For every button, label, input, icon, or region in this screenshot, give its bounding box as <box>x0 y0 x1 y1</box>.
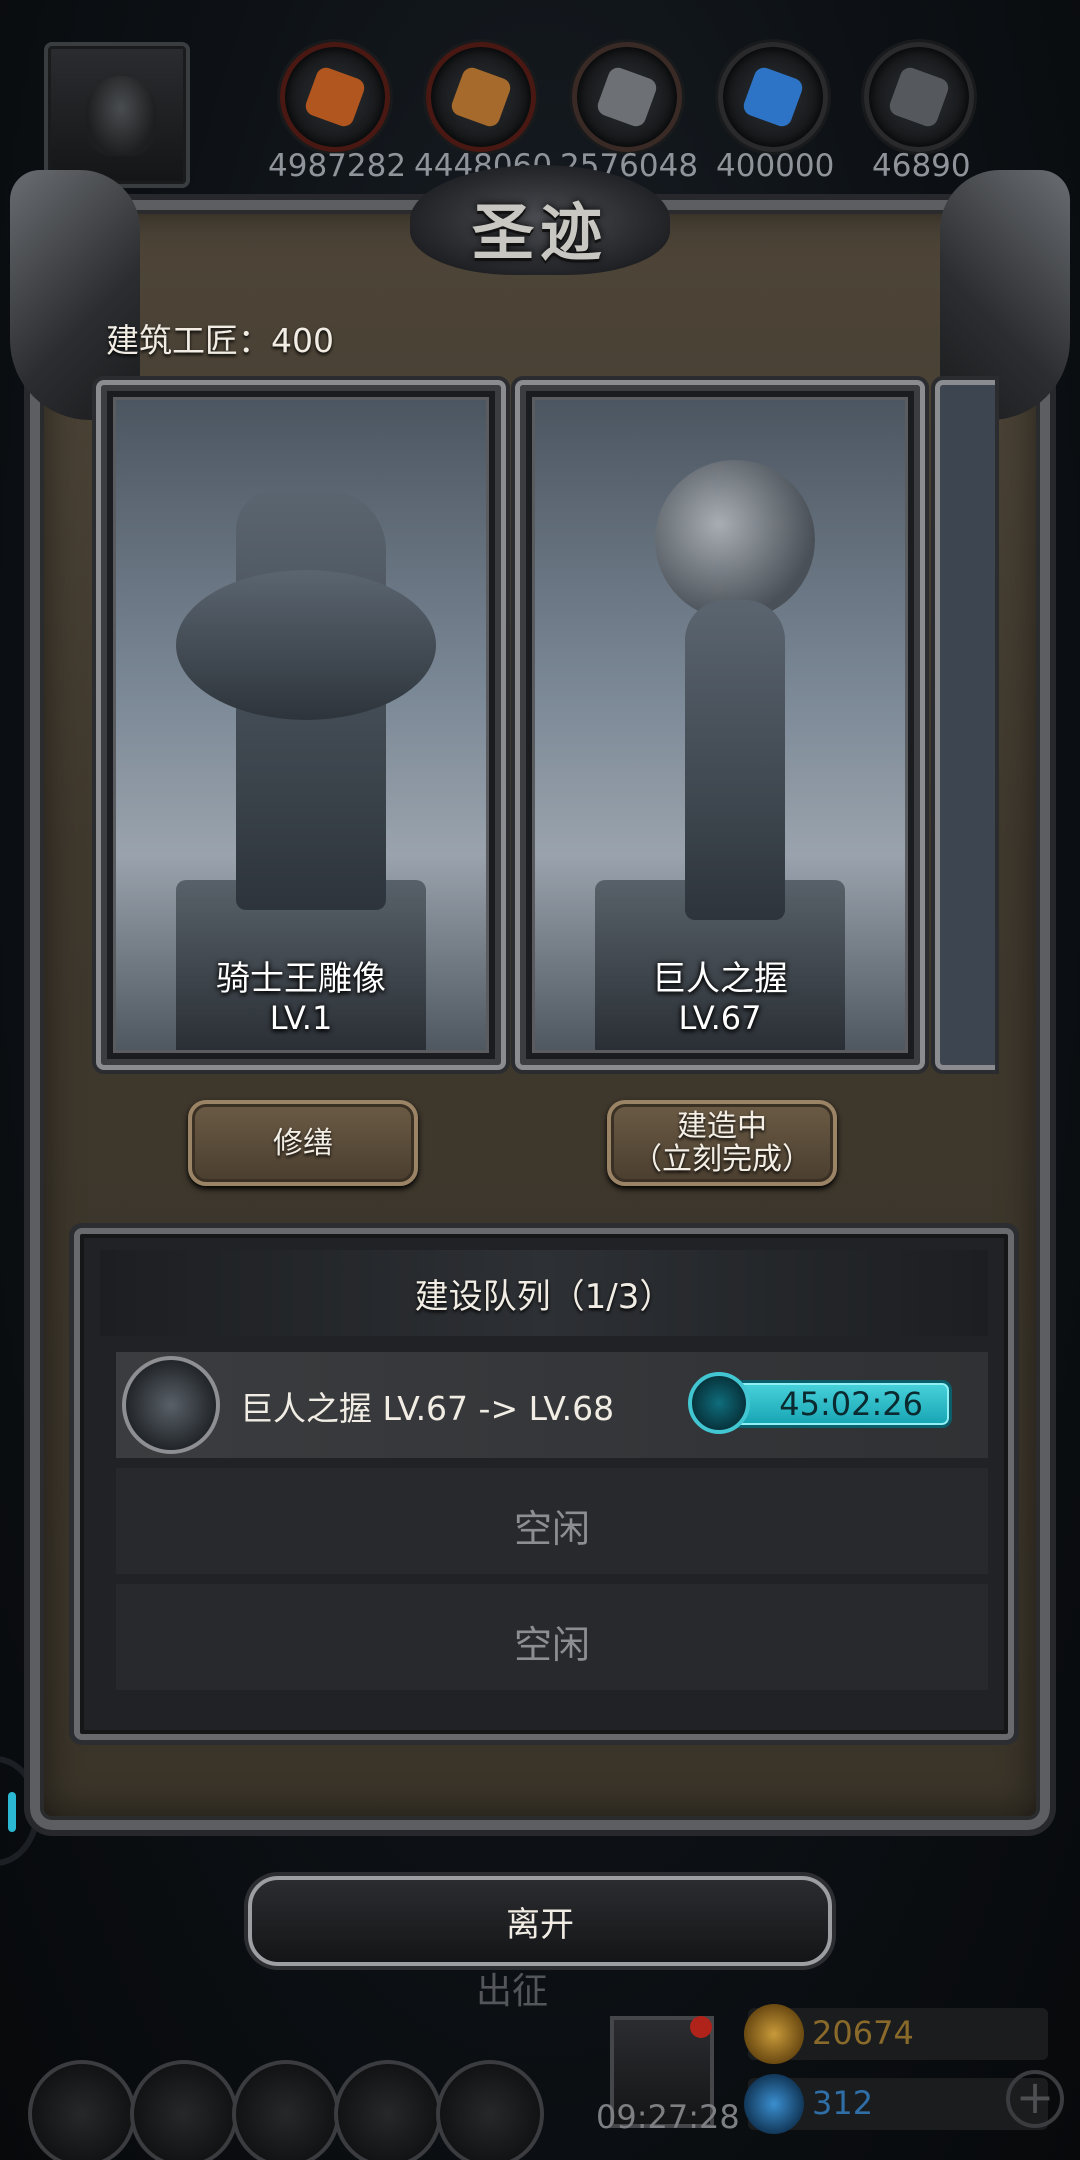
finish-now-sublabel: （立刻完成） <box>632 1142 812 1177</box>
gem-icon <box>744 2074 804 2134</box>
gold-icon <box>744 2004 804 2064</box>
monument-level: LV.67 <box>678 999 762 1037</box>
alliance-icon[interactable] <box>436 2060 544 2160</box>
notification-dot <box>690 2016 712 2038</box>
mail-icon[interactable] <box>334 2060 442 2160</box>
gold-value: 20674 <box>812 2014 914 2052</box>
finish-now-label: 建造中 <box>677 1109 767 1144</box>
settings-icon[interactable] <box>28 2060 136 2160</box>
leave-button[interactable]: 离开 <box>248 1876 832 1966</box>
moon-orb <box>655 460 815 620</box>
queue-slot-idle[interactable]: 空闲 <box>116 1584 988 1690</box>
monument-level: LV.1 <box>269 999 333 1037</box>
monument-card-giants-grip[interactable]: 巨人之握 LV.67 <box>515 380 925 1070</box>
monument-thumb-icon <box>122 1356 220 1454</box>
clock-icon <box>688 1372 750 1434</box>
star-icon[interactable] <box>130 2060 238 2160</box>
add-currency-button[interactable]: + <box>1006 2070 1064 2128</box>
monument-name: 巨人之握 <box>652 959 788 999</box>
crystal-value: 400000 <box>716 148 835 184</box>
player-avatar[interactable] <box>44 42 190 188</box>
stone-icon[interactable] <box>572 42 682 152</box>
monument-name: 骑士王雕像 <box>216 959 386 999</box>
crystal-icon[interactable] <box>718 42 828 152</box>
horse-statue <box>176 570 436 720</box>
idle-label: 空闲 <box>513 1507 590 1551</box>
panel-title: 圣迹 <box>471 196 608 269</box>
game-clock: 09:27:28 <box>596 2098 740 2136</box>
food-icon[interactable] <box>280 42 390 152</box>
queue-slot-idle[interactable]: 空闲 <box>116 1468 988 1574</box>
queue-slot-active[interactable]: 巨人之握 LV.67 -> LV.68 45:02:26 <box>116 1352 988 1458</box>
queue-slot-label: 巨人之握 LV.67 -> LV.68 <box>240 1389 615 1428</box>
queue-header: 建设队列（1/3） <box>100 1250 988 1336</box>
hand-statue <box>685 600 785 920</box>
wood-icon[interactable] <box>426 42 536 152</box>
monument-card-knight-king[interactable]: 骑士王雕像 LV.1 <box>96 380 506 1070</box>
food-value: 4987282 <box>268 148 407 184</box>
book-icon[interactable] <box>232 2060 340 2160</box>
monument-card-next[interactable] <box>935 380 995 1070</box>
idle-label: 空闲 <box>513 1623 590 1667</box>
iron-value: 46890 <box>872 148 971 184</box>
builders-count: 建筑工匠：400 <box>106 321 334 360</box>
repair-button[interactable]: 修缮 <box>188 1100 418 1186</box>
queue-title: 建设队列（1/3） <box>414 1276 674 1317</box>
finish-now-button[interactable]: 建造中 （立刻完成） <box>607 1100 837 1186</box>
gem-value: 312 <box>812 2084 874 2122</box>
construction-queue: 建设队列（1/3） 巨人之握 LV.67 -> LV.68 45:02:26 空… <box>74 1228 1014 1740</box>
iron-icon[interactable] <box>864 42 974 152</box>
expedition-label: 出征 <box>476 1971 549 2012</box>
repair-button-label: 修缮 <box>273 1125 333 1161</box>
